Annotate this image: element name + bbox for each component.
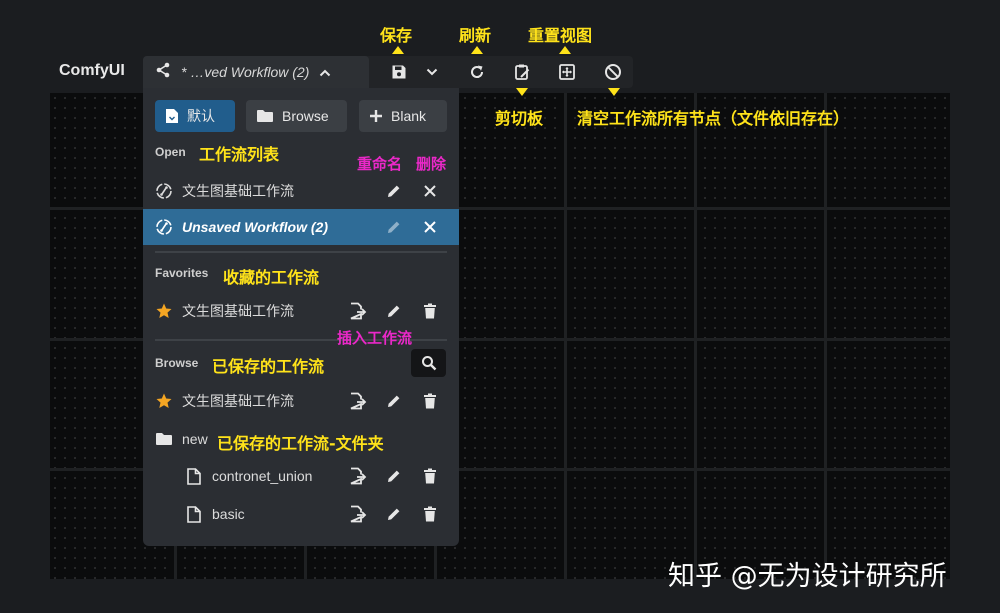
clipboard-button[interactable] bbox=[510, 60, 534, 84]
star-icon[interactable] bbox=[155, 392, 173, 410]
trash-icon[interactable] bbox=[423, 506, 437, 522]
refresh-icon bbox=[471, 65, 484, 78]
rename-icon[interactable] bbox=[386, 393, 402, 409]
workflow-name: basic bbox=[212, 506, 245, 522]
workflow-name: Unsaved Workflow (2) bbox=[182, 219, 328, 235]
insert-workflow-icon[interactable] bbox=[349, 467, 367, 485]
chevron-up-icon[interactable] bbox=[319, 63, 331, 82]
annotation-arrow-down bbox=[516, 88, 528, 96]
trash-icon[interactable] bbox=[423, 393, 437, 409]
annotation-saved: 已保存的工作流 bbox=[212, 357, 325, 376]
save-icon bbox=[392, 65, 406, 79]
annotation-save: 保存 bbox=[380, 26, 413, 45]
rename-icon[interactable] bbox=[386, 468, 402, 484]
trash-icon[interactable] bbox=[423, 303, 437, 319]
annotation-favorites: 收藏的工作流 bbox=[223, 268, 320, 287]
rename-icon[interactable] bbox=[386, 303, 402, 319]
workflow-name: 文生图基础工作流 bbox=[182, 393, 294, 409]
chevron-down-icon bbox=[426, 68, 438, 76]
saved-workflow-item[interactable]: contronet_union bbox=[143, 458, 459, 494]
save-button[interactable] bbox=[387, 60, 411, 84]
search-button[interactable] bbox=[411, 349, 446, 377]
folder-icon bbox=[257, 110, 273, 122]
file-icon bbox=[166, 109, 178, 123]
watermark: 知乎 @无为设计研究所 bbox=[668, 561, 947, 592]
annotation-rename: 重命名 bbox=[357, 155, 403, 173]
refresh-button[interactable] bbox=[465, 60, 489, 84]
canvas-grid-line bbox=[824, 93, 827, 579]
default-button[interactable]: 默认 bbox=[155, 100, 235, 132]
section-divider bbox=[155, 251, 447, 253]
rename-icon[interactable] bbox=[386, 506, 402, 522]
file-icon bbox=[187, 467, 201, 485]
blank-button-label: Blank bbox=[391, 108, 427, 124]
workflow-name: contronet_union bbox=[212, 468, 313, 484]
clipboard-icon bbox=[515, 64, 530, 80]
clear-workflow-button[interactable] bbox=[601, 60, 625, 84]
workflow-name: 文生图基础工作流 bbox=[182, 303, 294, 319]
save-options-dropdown[interactable] bbox=[420, 60, 444, 84]
insert-workflow-icon[interactable] bbox=[349, 302, 367, 320]
file-icon bbox=[187, 505, 201, 523]
share-icon bbox=[155, 62, 171, 82]
favorites-section-heading: Favorites bbox=[155, 266, 209, 280]
workflow-icon bbox=[155, 182, 173, 200]
open-section-heading: Open bbox=[155, 145, 186, 159]
default-button-label: 默认 bbox=[187, 108, 215, 124]
workflow-tab-title: * …ved Workflow (2) bbox=[181, 64, 310, 80]
annotation-reset-view: 重置视图 bbox=[528, 26, 593, 45]
annotation-clipboard: 剪切板 bbox=[495, 109, 544, 128]
open-workflow-item[interactable]: 文生图基础工作流 bbox=[143, 173, 459, 209]
folder-name: new bbox=[182, 431, 208, 447]
annotation-workflow-list: 工作流列表 bbox=[199, 145, 280, 164]
workflow-tab[interactable]: * …ved Workflow (2) bbox=[143, 56, 369, 88]
browse-section-heading: Browse bbox=[155, 356, 199, 370]
annotation-refresh: 刷新 bbox=[459, 26, 492, 45]
rename-icon[interactable] bbox=[386, 219, 402, 235]
workflow-icon bbox=[155, 218, 173, 236]
saved-workflow-item[interactable]: basic bbox=[143, 496, 459, 532]
favorite-workflow-item[interactable]: 文生图基础工作流 bbox=[143, 293, 459, 329]
insert-workflow-icon[interactable] bbox=[349, 505, 367, 523]
annotation-arrow-up bbox=[471, 46, 483, 54]
annotation-delete: 删除 bbox=[416, 155, 447, 173]
workflow-name: 文生图基础工作流 bbox=[182, 183, 294, 199]
app-logo: ComfyUI bbox=[59, 62, 125, 79]
annotation-clear: 清空工作流所有节点（文件依旧存在） bbox=[577, 109, 850, 128]
search-icon bbox=[421, 356, 436, 371]
canvas-grid-line bbox=[694, 93, 697, 579]
blank-button[interactable]: Blank bbox=[359, 100, 447, 132]
plus-icon bbox=[370, 110, 382, 122]
browse-button-label: Browse bbox=[282, 108, 329, 124]
folder-icon bbox=[155, 432, 173, 446]
saved-workflow-item[interactable]: 文生图基础工作流 bbox=[143, 383, 459, 419]
close-icon[interactable] bbox=[423, 220, 437, 234]
ban-icon bbox=[605, 64, 621, 80]
workflows-panel: 默认 Browse Blank Open 文生图基础工作流 Unsaved Wo… bbox=[143, 88, 459, 546]
annotation-insert: 插入工作流 bbox=[337, 329, 413, 347]
canvas-grid-line bbox=[564, 93, 567, 579]
reset-view-icon bbox=[559, 64, 575, 80]
insert-workflow-icon[interactable] bbox=[349, 392, 367, 410]
rename-icon[interactable] bbox=[386, 183, 402, 199]
trash-icon[interactable] bbox=[423, 468, 437, 484]
browse-button[interactable]: Browse bbox=[246, 100, 347, 132]
close-icon[interactable] bbox=[423, 184, 437, 198]
open-workflow-item-active[interactable]: Unsaved Workflow (2) bbox=[143, 209, 459, 245]
star-icon[interactable] bbox=[155, 302, 173, 320]
annotation-arrow-up bbox=[559, 46, 571, 54]
annotation-arrow-up bbox=[392, 46, 404, 54]
annotation-arrow-down bbox=[608, 88, 620, 96]
reset-view-button[interactable] bbox=[555, 60, 579, 84]
annotation-saved-folder: 已保存的工作流-文件夹 bbox=[217, 434, 384, 453]
